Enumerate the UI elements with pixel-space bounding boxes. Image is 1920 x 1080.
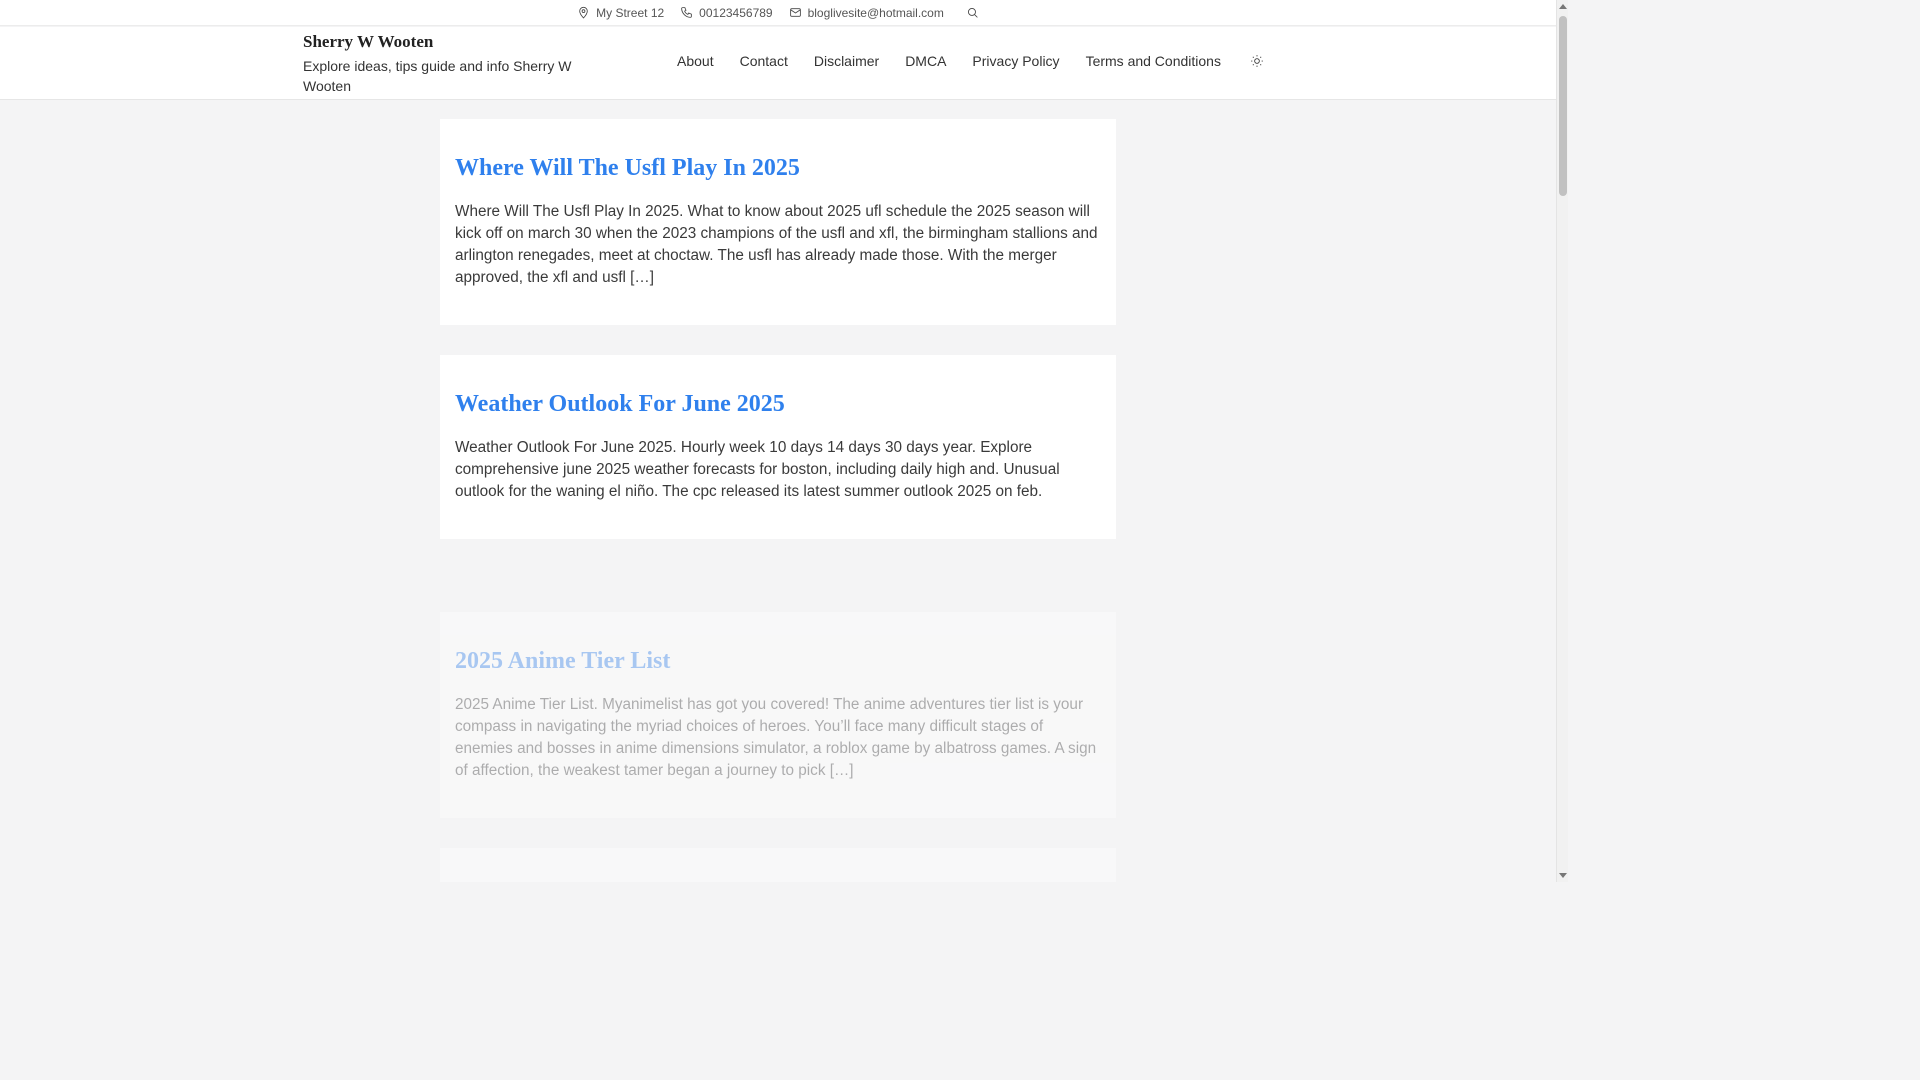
site-header: Sherry W Wooten Explore ideas, tips guid… — [0, 27, 1556, 100]
main-nav: About Contact Disclaimer DMCA Privacy Po… — [664, 49, 1264, 73]
nav-disclaimer[interactable]: Disclaimer — [801, 49, 892, 73]
site-title[interactable]: Sherry W Wooten — [303, 33, 573, 51]
location-pin-icon — [579, 6, 588, 19]
site-tagline: Explore ideas, tips guide and info Sherr… — [303, 58, 572, 94]
search-icon — [967, 8, 978, 18]
phone-text: 00123456789 — [699, 5, 773, 20]
nav-about[interactable]: About — [664, 49, 727, 73]
mail-icon — [789, 8, 801, 17]
post-card — [440, 848, 1116, 882]
search-button[interactable] — [966, 6, 979, 19]
scroll-up-arrow[interactable] — [1559, 4, 1567, 9]
nav-terms-and-conditions[interactable]: Terms and Conditions — [1073, 49, 1234, 73]
phone-icon — [681, 7, 692, 18]
address-text: My Street 12 — [596, 5, 665, 20]
theme-toggle-button[interactable] — [1250, 54, 1264, 68]
sun-icon — [1251, 55, 1263, 67]
email-item[interactable]: bloglivesite@hotmail.com — [789, 6, 944, 20]
scroll-down-arrow[interactable] — [1559, 873, 1567, 878]
page-scrollbar[interactable] — [1556, 0, 1568, 882]
post-excerpt: Where Will The Usfl Play In 2025. What t… — [455, 203, 1098, 286]
post-title-link[interactable]: 2025 Anime Tier List — [455, 644, 1100, 678]
post-excerpt: Weather Outlook For June 2025. Hourly we… — [455, 439, 1060, 500]
nav-privacy-policy[interactable]: Privacy Policy — [959, 49, 1072, 73]
address-item: My Street 12 — [577, 6, 664, 20]
post-card: Weather Outlook For June 2025 Weather Ou… — [440, 355, 1116, 539]
post-card: 2025 Anime Tier List 2025 Anime Tier Lis… — [440, 612, 1116, 818]
nav-contact[interactable]: Contact — [727, 49, 801, 73]
post-excerpt: 2025 Anime Tier List. Myanimelist has go… — [455, 696, 1097, 779]
post-title-link[interactable]: Where Will The Usfl Play In 2025 — [455, 151, 1100, 185]
nav-dmca[interactable]: DMCA — [892, 49, 959, 73]
top-contact-bar: My Street 12 00123456789 bloglivesite@ho… — [0, 0, 1556, 26]
phone-item[interactable]: 00123456789 — [680, 5, 773, 20]
email-text: bloglivesite@hotmail.com — [807, 5, 944, 20]
post-title-link[interactable]: Weather Outlook For June 2025 — [455, 387, 1100, 421]
scrollbar-thumb[interactable] — [1559, 16, 1567, 196]
post-card: Where Will The Usfl Play In 2025 Where W… — [440, 119, 1116, 325]
site-branding: Sherry W Wooten Explore ideas, tips guid… — [303, 33, 573, 96]
